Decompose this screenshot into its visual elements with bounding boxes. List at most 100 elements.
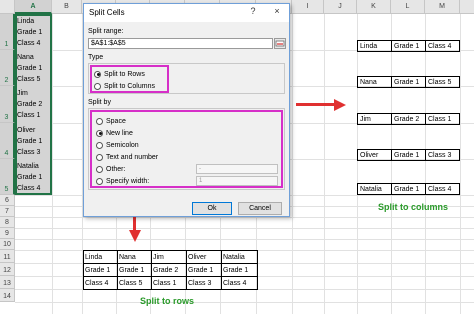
- arrow-right-icon: [296, 99, 346, 111]
- table-cell[interactable]: Class 5: [425, 76, 460, 88]
- table-cell[interactable]: Class 3: [186, 276, 222, 290]
- table-cell[interactable]: Class 4: [83, 276, 118, 290]
- row-header-13[interactable]: 13: [0, 276, 15, 289]
- row-header-14[interactable]: 14: [0, 289, 15, 302]
- table-cell[interactable]: Jim: [357, 113, 392, 125]
- column-header-a[interactable]: A: [15, 0, 52, 14]
- table-cell[interactable]: Nana: [117, 250, 152, 264]
- split-cells-dialog: Split Cells ? × Split range: $A$1:$A$5 T…: [83, 3, 290, 217]
- table-cell[interactable]: Natalia: [221, 250, 258, 264]
- radio-button[interactable]: [96, 129, 103, 137]
- table-cell[interactable]: Class 1: [151, 276, 187, 290]
- radio-specify-width[interactable]: Specify width:: [96, 176, 149, 186]
- row-header-10[interactable]: 10: [0, 239, 15, 250]
- table-cell[interactable]: Linda: [357, 40, 392, 52]
- radio-label: Other:: [106, 165, 126, 173]
- radio-button[interactable]: [96, 117, 103, 125]
- range-select-icon[interactable]: [274, 38, 286, 49]
- radio-split-to-rows[interactable]: Split to Rows: [94, 69, 145, 79]
- source-cell-a5[interactable]: Natalia Grade 1 Class 4: [17, 161, 51, 194]
- source-cell-a1[interactable]: Linda Grade 1 Class 4: [17, 16, 51, 49]
- radio-space[interactable]: Space: [96, 116, 126, 126]
- row-header-6[interactable]: 6: [0, 195, 15, 206]
- source-cell-a4[interactable]: Oliver Grade 1 Class 3: [17, 125, 51, 158]
- radio-button[interactable]: [96, 141, 103, 149]
- table-cell[interactable]: Grade 1: [391, 76, 426, 88]
- dialog-titlebar[interactable]: Split Cells ? ×: [84, 4, 289, 22]
- radio-other[interactable]: Other:: [96, 164, 125, 174]
- column-header-overflow: [460, 0, 474, 14]
- table-cell[interactable]: Class 4: [221, 276, 258, 290]
- columns-result-table: Jim Grade 2 Class 1: [357, 113, 460, 125]
- table-cell[interactable]: Oliver: [186, 250, 222, 264]
- table-cell[interactable]: Grade 2: [391, 113, 426, 125]
- table-cell[interactable]: Grade 1: [221, 263, 258, 277]
- table-cell[interactable]: Grade 1: [186, 263, 222, 277]
- column-header-m[interactable]: M: [425, 0, 460, 14]
- row-header-9[interactable]: 9: [0, 228, 15, 239]
- table-cell[interactable]: Class 3: [425, 149, 460, 161]
- radio-semicolon[interactable]: Semicolon: [96, 140, 139, 150]
- close-icon[interactable]: ×: [270, 6, 284, 16]
- radio-button[interactable]: [94, 70, 101, 78]
- table-cell[interactable]: Grade 1: [83, 263, 118, 277]
- row-header-11[interactable]: 11: [0, 250, 15, 263]
- radio-label: New line: [106, 129, 133, 137]
- column-header-j[interactable]: J: [324, 0, 357, 14]
- radio-button[interactable]: [94, 82, 101, 90]
- radio-button[interactable]: [96, 177, 103, 185]
- radio-button[interactable]: [96, 153, 103, 161]
- column-header-i[interactable]: I: [292, 0, 324, 14]
- caption-split-to-columns: Split to columns: [378, 202, 449, 212]
- row-header-8[interactable]: 8: [0, 217, 15, 228]
- row-header-2[interactable]: 2: [0, 50, 15, 86]
- table-cell[interactable]: Grade 1: [117, 263, 152, 277]
- table-row: Nana Grade 1 Class 5: [357, 76, 460, 88]
- column-header-b[interactable]: B: [52, 0, 82, 14]
- select-all-corner[interactable]: [0, 0, 15, 14]
- table-row: Grade 1 Grade 1 Grade 2 Grade 1 Grade 1: [83, 263, 258, 277]
- specify-width-input[interactable]: 1: [196, 176, 278, 186]
- table-cell[interactable]: Oliver: [357, 149, 392, 161]
- other-delimiter-select[interactable]: -: [196, 164, 278, 174]
- table-row: Oliver Grade 1 Class 3: [357, 149, 460, 161]
- table-cell[interactable]: Class 4: [425, 40, 460, 52]
- table-cell[interactable]: Linda: [83, 250, 118, 264]
- row-header-7[interactable]: 7: [0, 206, 15, 217]
- radio-label: Semicolon: [106, 141, 139, 149]
- radio-new-line[interactable]: New line: [96, 128, 133, 138]
- table-cell[interactable]: Class 4: [425, 183, 460, 195]
- row-header-3[interactable]: 3: [0, 86, 15, 123]
- column-header-l[interactable]: L: [391, 0, 425, 14]
- split-range-input[interactable]: $A$1:$A$5: [88, 38, 273, 49]
- table-cell[interactable]: Jim: [151, 250, 187, 264]
- columns-result-table: Linda Grade 1 Class 4: [357, 40, 460, 52]
- row-header-1[interactable]: 1: [0, 14, 15, 50]
- table-cell[interactable]: Class 1: [425, 113, 460, 125]
- source-cell-a3[interactable]: Jim Grade 2 Class 1: [17, 88, 51, 121]
- ok-button[interactable]: Ok: [192, 202, 232, 215]
- source-cell-a2[interactable]: Nana Grade 1 Class 5: [17, 52, 51, 85]
- row-header-4[interactable]: 4: [0, 123, 15, 159]
- table-cell[interactable]: Grade 1: [391, 183, 426, 195]
- caption-split-to-rows: Split to rows: [140, 296, 194, 306]
- row-header-5[interactable]: 5: [0, 159, 15, 195]
- radio-button[interactable]: [96, 165, 103, 173]
- type-group-label: Type: [88, 54, 104, 61]
- table-cell[interactable]: Grade 1: [391, 149, 426, 161]
- help-icon[interactable]: ?: [246, 6, 260, 16]
- cancel-button[interactable]: Cancel: [238, 202, 282, 215]
- column-header-k[interactable]: K: [357, 0, 391, 14]
- table-cell[interactable]: Grade 1: [391, 40, 426, 52]
- table-cell[interactable]: Nana: [357, 76, 392, 88]
- columns-result-table: Natalia Grade 1 Class 4: [357, 183, 460, 195]
- table-cell[interactable]: Grade 2: [151, 263, 187, 277]
- radio-text-and-number[interactable]: Text and number: [96, 152, 158, 162]
- table-cell[interactable]: Natalia: [357, 183, 392, 195]
- radio-split-to-columns[interactable]: Split to Columns: [94, 81, 155, 91]
- radio-label: Text and number: [106, 153, 159, 161]
- table-cell[interactable]: Class 5: [117, 276, 152, 290]
- row-header-12[interactable]: 12: [0, 263, 15, 276]
- radio-label: Specify width:: [106, 177, 150, 185]
- table-row: Linda Grade 1 Class 4: [357, 40, 460, 52]
